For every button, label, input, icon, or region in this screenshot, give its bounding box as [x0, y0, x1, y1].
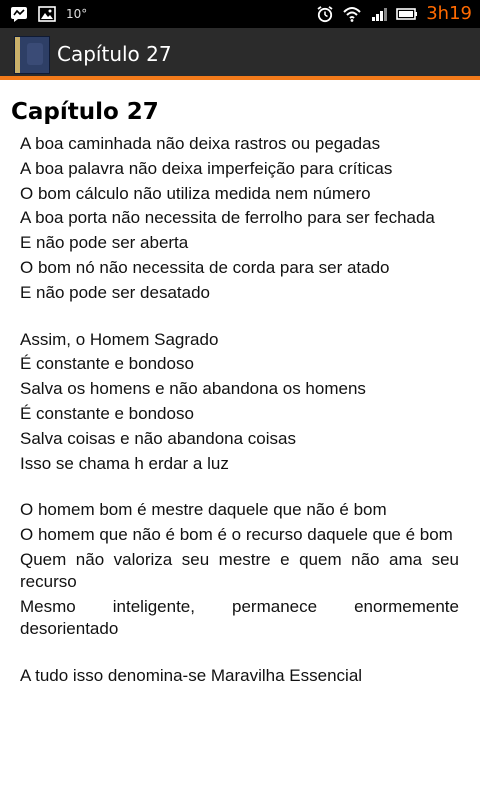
- poem-text: A boa caminhada não deixa rastros ou peg…: [20, 133, 459, 689]
- battery-icon: [396, 8, 418, 20]
- stanza-spacer: [20, 307, 459, 329]
- status-left-group: 10°: [10, 5, 87, 23]
- poem-line: O homem que não é bom é o recurso daquel…: [20, 525, 453, 545]
- poem-line: Mesmo inteligente, permanece enormemente…: [20, 596, 459, 638]
- poem-line: A tudo isso denomina-se Maravilha Essenc…: [20, 665, 363, 685]
- book-spine: [15, 37, 20, 73]
- action-bar: Capítulo 27: [0, 28, 480, 80]
- poem-line: O homem bom é mestre daquele que não é b…: [20, 500, 387, 520]
- stanza: Assim, o Homem Sagrado É constante e bon…: [20, 329, 459, 475]
- poem-line: E não pode ser aberta: [20, 233, 189, 253]
- stanza: A tudo isso denomina-se Maravilha Essenc…: [20, 665, 459, 687]
- poem-line: O bom cálculo não utiliza medida nem núm…: [20, 183, 371, 203]
- status-bar: 10° 3h19: [0, 0, 480, 28]
- poem-line: Salva coisas e não abandona coisas: [20, 428, 296, 448]
- signal-icon: [372, 8, 388, 21]
- image-icon: [38, 6, 56, 22]
- poem-line: É constante e bondoso: [20, 403, 194, 423]
- stanza: A boa caminhada não deixa rastros ou peg…: [20, 133, 459, 304]
- poem-line: A boa caminhada não deixa rastros ou peg…: [20, 134, 381, 153]
- poem-line: A boa porta não necessita de ferrolho pa…: [20, 208, 435, 228]
- stanza-spacer: [20, 643, 459, 665]
- poem-line: E não pode ser desatado: [20, 282, 210, 302]
- poem-line: A boa palavra não deixa imperfeição para…: [20, 158, 393, 178]
- poem-line: Isso se chama h erdar a luz: [20, 453, 229, 473]
- poem-line: Assim, o Homem Sagrado: [20, 329, 219, 349]
- poem-line: É constante e bondoso: [20, 354, 194, 374]
- poem-line: Salva os homens e não abandona os homens: [20, 379, 366, 399]
- chat-icon: [11, 7, 27, 22]
- chapter-content[interactable]: Capítulo 27 A boa caminhada não deixa ra…: [0, 80, 480, 800]
- book-cover-texture: [27, 43, 43, 65]
- clock-text: 3h19: [426, 3, 472, 24]
- poem-line: O bom nó não necessita de corda para ser…: [20, 257, 390, 277]
- chapter-heading: Capítulo 27: [11, 99, 159, 125]
- app-book-icon[interactable]: [14, 36, 50, 74]
- alarm-icon: [317, 6, 333, 23]
- status-right-group: 3h19: [316, 3, 472, 25]
- stanza-spacer: [20, 477, 459, 499]
- temperature-text: 10°: [66, 7, 88, 21]
- poem-line: Quem não valoriza seu mestre e quem não …: [20, 549, 459, 591]
- action-bar-title: Capítulo 27: [57, 42, 172, 66]
- wifi-icon: [343, 7, 361, 22]
- stanza: O homem bom é mestre daquele que não é b…: [20, 499, 459, 639]
